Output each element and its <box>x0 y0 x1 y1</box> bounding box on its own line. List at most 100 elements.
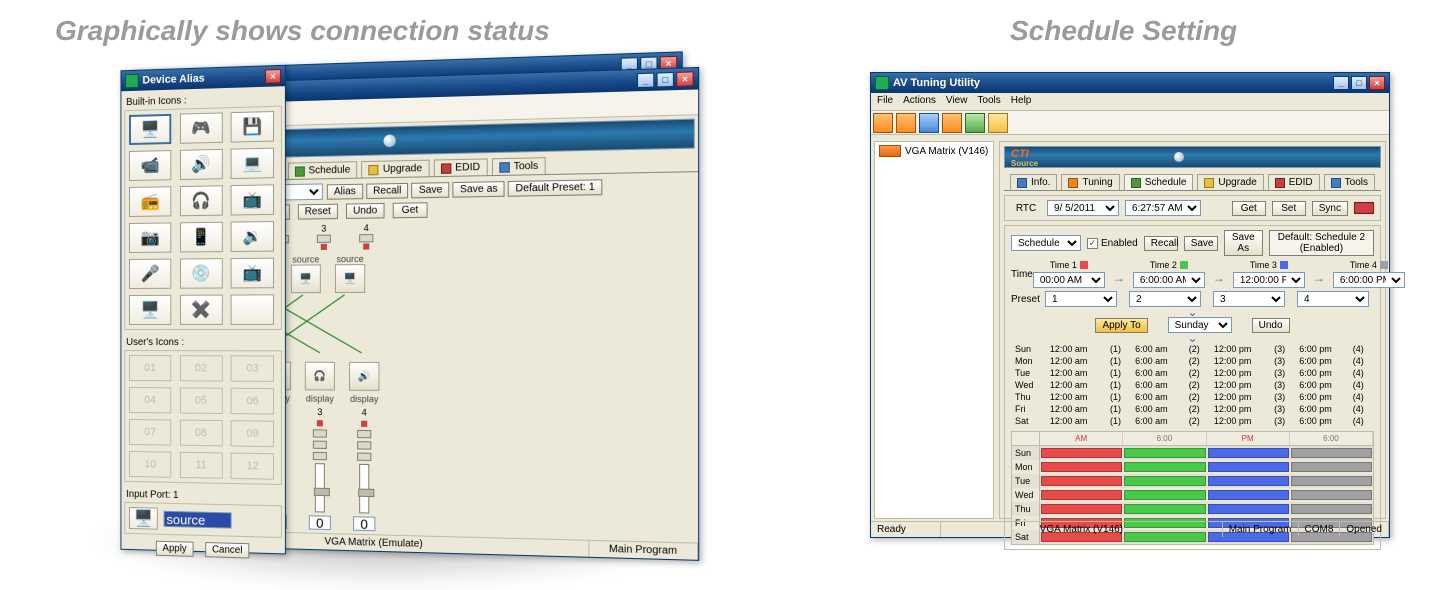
apply-day-select[interactable]: Sunday <box>1168 317 1232 333</box>
tv-crt-icon[interactable]: 📺 <box>231 258 274 289</box>
apply-button[interactable]: Apply <box>156 541 194 557</box>
get-button[interactable]: Get <box>393 202 428 218</box>
tab-info[interactable]: Info. <box>1010 174 1057 190</box>
volume-slider[interactable] <box>315 463 325 512</box>
video-switch[interactable] <box>313 429 327 437</box>
recall-button[interactable]: Recall <box>366 182 409 198</box>
tool-icon[interactable] <box>965 113 985 133</box>
rtc-get-button[interactable]: Get <box>1232 201 1266 216</box>
preset-4-select[interactable]: 4 <box>1297 291 1369 307</box>
monitor-icon[interactable]: 🖥️ <box>129 114 171 145</box>
save-as-button[interactable]: Save as <box>453 181 505 198</box>
laptop-icon[interactable]: 💻 <box>231 148 274 179</box>
tool-icon[interactable] <box>942 113 962 133</box>
display-slot[interactable]: 🔊 <box>349 362 379 391</box>
harddrive-icon[interactable]: 💾 <box>231 111 274 143</box>
cancel-button[interactable]: Cancel <box>205 542 249 558</box>
apply-to-button[interactable]: Apply To <box>1095 318 1147 333</box>
display-slot[interactable]: 🎧 <box>305 362 335 391</box>
tab-edid[interactable]: EDID <box>433 158 487 176</box>
tv-icon[interactable]: 📺 <box>231 184 274 215</box>
maximize-btn[interactable]: □ <box>1351 76 1367 90</box>
alias-button[interactable]: Alias <box>327 183 363 199</box>
camera-icon[interactable]: 📷 <box>129 222 171 253</box>
close-btn[interactable]: × <box>265 69 281 84</box>
tab-upgrade[interactable]: Upgrade <box>361 160 429 178</box>
tab-tools[interactable]: Tools <box>492 157 546 175</box>
user-slot-12[interactable]: 12 <box>231 453 274 480</box>
speaker-icon[interactable]: 🔊 <box>180 149 223 180</box>
rtc-set-button[interactable]: Set <box>1272 201 1306 216</box>
saveas-button[interactable]: Save As <box>1224 230 1263 256</box>
volume-slider[interactable] <box>359 464 369 514</box>
schedule-select[interactable]: Schedule 2 <box>1011 235 1081 251</box>
user-slot-07[interactable]: 07 <box>129 419 171 446</box>
tool-icon[interactable] <box>896 113 916 133</box>
menubar-sched[interactable]: File Actions View Tools Help <box>871 93 1389 111</box>
rtc-sync-button[interactable]: Sync <box>1312 201 1348 216</box>
autoscan-value[interactable] <box>353 516 375 531</box>
menu-actions[interactable]: Actions <box>903 95 936 108</box>
close-btn[interactable]: × <box>1369 76 1385 90</box>
tab-tools[interactable]: Tools <box>1324 174 1375 190</box>
time-3-select[interactable]: 12:00:00 PM <box>1233 272 1305 288</box>
user-slot-11[interactable]: 11 <box>180 452 223 479</box>
input-port-field[interactable] <box>164 511 232 529</box>
autoscan-value[interactable] <box>309 515 331 530</box>
user-slot-09[interactable]: 09 <box>231 420 274 447</box>
menu-file[interactable]: File <box>877 95 893 108</box>
tab-tuning[interactable]: Tuning <box>1061 174 1119 190</box>
time-1-select[interactable]: 00:00 AM <box>1033 272 1105 288</box>
tab-schedule[interactable]: Schedule <box>288 161 358 179</box>
tab-schedule[interactable]: Schedule <box>1124 174 1194 190</box>
menu-view[interactable]: View <box>946 95 968 108</box>
pda-icon[interactable]: 📱 <box>180 222 223 253</box>
radio-icon[interactable]: 📻 <box>129 186 171 217</box>
user-slot-06[interactable]: 06 <box>231 388 274 415</box>
undo-button[interactable]: Undo <box>346 203 384 219</box>
undo-button[interactable]: Undo <box>1252 318 1290 333</box>
user-slot-05[interactable]: 05 <box>180 387 223 414</box>
tab-edid[interactable]: EDID <box>1268 174 1320 190</box>
rtc-date[interactable]: 9/ 5/2011 <box>1047 200 1119 216</box>
headphones-icon[interactable]: 🎧 <box>180 185 223 216</box>
user-slot-10[interactable]: 10 <box>129 451 171 478</box>
speaker-round-icon[interactable]: 🔉 <box>231 221 274 252</box>
user-slot-04[interactable]: 04 <box>129 387 171 413</box>
save-button[interactable]: Save <box>412 182 450 198</box>
pe-switch[interactable] <box>313 452 327 460</box>
mic-icon[interactable]: 🎤 <box>129 259 171 289</box>
delete-icon[interactable]: ✖️ <box>180 295 223 325</box>
menu-tools[interactable]: Tools <box>977 95 1000 108</box>
gamepad-icon[interactable]: 🎮 <box>180 112 223 143</box>
reset-button[interactable]: Reset <box>298 204 338 220</box>
tree-node[interactable]: VGA Matrix (V146) <box>875 142 993 160</box>
menu-help[interactable]: Help <box>1011 95 1032 108</box>
tool-icon[interactable] <box>988 113 1008 133</box>
preset-1-select[interactable]: 1 <box>1045 291 1117 307</box>
time-2-select[interactable]: 6:00:00 AM <box>1133 272 1205 288</box>
save-button[interactable]: Save <box>1184 236 1218 251</box>
source-slot[interactable]: 🖥️ <box>335 264 365 293</box>
minimize-btn[interactable]: _ <box>1333 76 1349 90</box>
tool-icon[interactable] <box>919 113 939 133</box>
recall-button[interactable]: Recall <box>1144 236 1178 251</box>
screen-icon[interactable]: 🖥️ <box>129 295 171 325</box>
preset-3-select[interactable]: 3 <box>1213 291 1285 307</box>
user-slot-03[interactable]: 03 <box>231 355 274 382</box>
rtc-time[interactable]: 6:27:57 AM <box>1125 200 1201 216</box>
audio-switch[interactable] <box>313 441 327 449</box>
audio-switch[interactable] <box>357 441 371 449</box>
user-slot-01[interactable]: 01 <box>129 355 171 381</box>
close-btn[interactable]: × <box>676 71 694 87</box>
enabled-check[interactable]: Enabled <box>1087 238 1138 249</box>
minimize-btn[interactable]: _ <box>637 73 654 88</box>
tab-upgrade[interactable]: Upgrade <box>1197 174 1263 190</box>
eq-toggle[interactable] <box>359 234 373 242</box>
cd-icon[interactable]: 💿 <box>180 258 223 289</box>
tool-icon[interactable] <box>873 113 893 133</box>
source-slot[interactable]: 🖥️ <box>291 264 321 293</box>
titlebar-sched[interactable]: AV Tuning Utility _ □ × <box>871 73 1389 93</box>
maximize-btn[interactable]: □ <box>656 72 673 88</box>
default-preset-1-button[interactable]: Default Preset: 1 <box>508 179 602 196</box>
